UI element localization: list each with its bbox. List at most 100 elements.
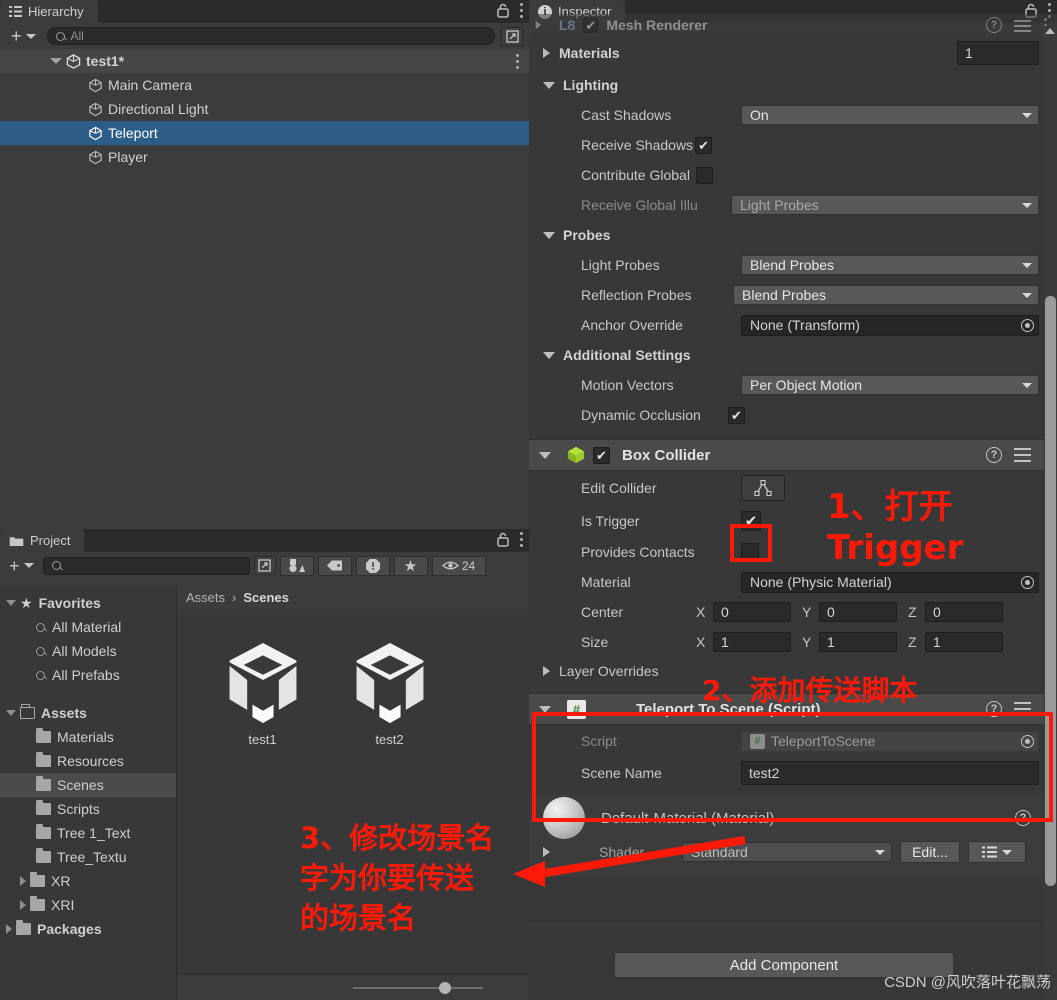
- tree-item-xri[interactable]: XRI: [0, 893, 176, 917]
- tree-item-scenes[interactable]: Scenes: [0, 773, 176, 797]
- expand-arrow-icon[interactable]: [543, 231, 555, 239]
- component-header-box-collider[interactable]: ✔ Box Collider ?: [529, 439, 1057, 471]
- light-probes-dropdown[interactable]: Blend Probes: [741, 255, 1039, 275]
- project-search-input[interactable]: [42, 556, 250, 575]
- reflection-probes-dropdown[interactable]: Blend Probes: [733, 285, 1039, 305]
- hierarchy-expand-button[interactable]: [501, 26, 523, 46]
- center-x-field[interactable]: 0: [713, 602, 791, 622]
- materials-count-field[interactable]: 1: [957, 41, 1039, 65]
- breadcrumb-assets[interactable]: Assets: [186, 590, 225, 605]
- hierarchy-item-main-camera[interactable]: Main Camera: [0, 73, 529, 97]
- tab-project[interactable]: Project: [0, 529, 85, 552]
- additional-settings-section[interactable]: Additional Settings: [529, 340, 1057, 370]
- object-picker-icon[interactable]: [1021, 318, 1034, 332]
- expand-arrow-icon[interactable]: [543, 48, 550, 58]
- tree-item-xr[interactable]: XR: [0, 869, 176, 893]
- component-header-mesh-renderer[interactable]: L8 ✔ Mesh Renderer ?: [529, 14, 1057, 36]
- materials-section[interactable]: Materials 1: [529, 36, 1057, 70]
- contribute-global-checkbox[interactable]: [695, 166, 713, 184]
- project-add-button[interactable]: +: [4, 556, 39, 575]
- lighting-section[interactable]: Lighting: [529, 70, 1057, 100]
- hierarchy-menu-icon[interactable]: [519, 3, 523, 18]
- tree-item-tree-textures[interactable]: Tree_Textu: [0, 845, 176, 869]
- tab-hierarchy[interactable]: Hierarchy: [0, 0, 98, 23]
- help-icon[interactable]: ?: [986, 447, 1002, 463]
- motion-vectors-label: Motion Vectors: [581, 377, 674, 393]
- filter-by-type-button[interactable]: [279, 555, 314, 576]
- project-expand-button[interactable]: [253, 556, 276, 575]
- asset-zoom-slider[interactable]: [177, 974, 529, 1000]
- expand-arrow-icon[interactable]: [543, 351, 555, 359]
- receive-shadows-checkbox[interactable]: ✔: [695, 136, 713, 154]
- tree-item-assets[interactable]: Assets: [0, 701, 176, 725]
- scroll-up-arrow-icon[interactable]: [1045, 28, 1055, 34]
- tree-item-favorites[interactable]: ★ Favorites: [0, 591, 176, 615]
- hierarchy-search-input[interactable]: All: [46, 27, 495, 45]
- receive-gi-dropdown[interactable]: Light Probes: [731, 195, 1039, 215]
- breadcrumb-current[interactable]: Scenes: [243, 590, 289, 605]
- hierarchy-item-scene[interactable]: test1*: [0, 49, 529, 73]
- expand-arrow-icon[interactable]: [6, 710, 16, 716]
- filter-favorites-button[interactable]: ★: [393, 555, 428, 576]
- tree-item-tree1-textures[interactable]: Tree 1_Text: [0, 821, 176, 845]
- box-collider-enabled-checkbox[interactable]: ✔: [593, 446, 610, 464]
- project-body: ★ Favorites All Material All Models All …: [0, 585, 529, 1000]
- expand-arrow-icon[interactable]: [543, 666, 550, 676]
- lock-icon[interactable]: [496, 532, 510, 547]
- asset-item[interactable]: test1: [215, 636, 310, 747]
- help-icon[interactable]: ?: [986, 17, 1002, 33]
- tree-item-all-prefabs[interactable]: All Prefabs: [0, 663, 176, 687]
- preset-icon[interactable]: [1014, 448, 1031, 462]
- filter-by-label-button[interactable]: [317, 555, 352, 576]
- hierarchy-item-player[interactable]: Player: [0, 145, 529, 169]
- size-label: Size: [581, 634, 609, 650]
- tree-item-packages[interactable]: Packages: [0, 917, 176, 941]
- annotation-step3-line3: 的场景名: [300, 901, 417, 935]
- expand-arrow-icon[interactable]: [20, 876, 26, 886]
- hierarchy-item-teleport[interactable]: Teleport: [0, 121, 529, 145]
- expand-arrow-icon[interactable]: [543, 81, 555, 89]
- slider-handle[interactable]: [439, 981, 451, 994]
- lock-icon[interactable]: [496, 3, 510, 18]
- shader-options-button[interactable]: [968, 841, 1026, 863]
- hierarchy-item-directional-light[interactable]: Directional Light: [0, 97, 529, 121]
- mesh-renderer-enabled-checkbox[interactable]: ✔: [583, 17, 599, 33]
- motion-vectors-dropdown[interactable]: Per Object Motion: [741, 375, 1039, 395]
- expand-arrow-icon[interactable]: [535, 21, 542, 29]
- expand-arrow-icon[interactable]: [6, 600, 16, 606]
- expand-arrow-icon[interactable]: [50, 58, 62, 64]
- size-x-field[interactable]: 1: [713, 632, 791, 652]
- anchor-override-object-field[interactable]: None (Transform): [741, 314, 1039, 336]
- slider-track[interactable]: [353, 981, 483, 994]
- hierarchy-item-label: Player: [108, 149, 148, 165]
- expand-arrow-icon[interactable]: [539, 451, 551, 459]
- asset-item[interactable]: test2: [342, 636, 437, 747]
- hierarchy-scene-menu-icon[interactable]: [515, 53, 519, 69]
- size-y-field[interactable]: 1: [819, 632, 897, 652]
- tree-item-scripts[interactable]: Scripts: [0, 797, 176, 821]
- tree-item-resources[interactable]: Resources: [0, 749, 176, 773]
- cast-shadows-dropdown[interactable]: On: [741, 105, 1039, 125]
- tree-item-label: XRI: [51, 897, 75, 913]
- search-icon: [55, 31, 65, 41]
- size-z-field[interactable]: 1: [925, 632, 1003, 652]
- expand-arrow-icon[interactable]: [6, 924, 12, 934]
- collider-material-object-field[interactable]: None (Physic Material): [741, 571, 1039, 593]
- tree-item-materials[interactable]: Materials: [0, 725, 176, 749]
- center-y-field[interactable]: 0: [819, 602, 897, 622]
- object-picker-icon[interactable]: [1021, 575, 1034, 589]
- expand-arrow-icon[interactable]: [20, 900, 26, 910]
- preset-icon[interactable]: [1014, 18, 1031, 32]
- center-z-field[interactable]: 0: [925, 602, 1003, 622]
- project-menu-icon[interactable]: [519, 532, 523, 547]
- shader-edit-button[interactable]: Edit...: [900, 841, 960, 863]
- visible-count-indicator[interactable]: 24: [431, 555, 486, 576]
- dynamic-occlusion-checkbox[interactable]: ✔: [728, 406, 745, 424]
- hierarchy-add-button[interactable]: +: [6, 27, 41, 46]
- tree-item-all-material[interactable]: All Material: [0, 615, 176, 639]
- tree-item-all-models[interactable]: All Models: [0, 639, 176, 663]
- probes-section[interactable]: Probes: [529, 220, 1057, 250]
- edit-collider-button[interactable]: [741, 475, 785, 501]
- filter-warnings-button[interactable]: [355, 555, 390, 576]
- annotation-highlight-is-trigger: [730, 524, 772, 562]
